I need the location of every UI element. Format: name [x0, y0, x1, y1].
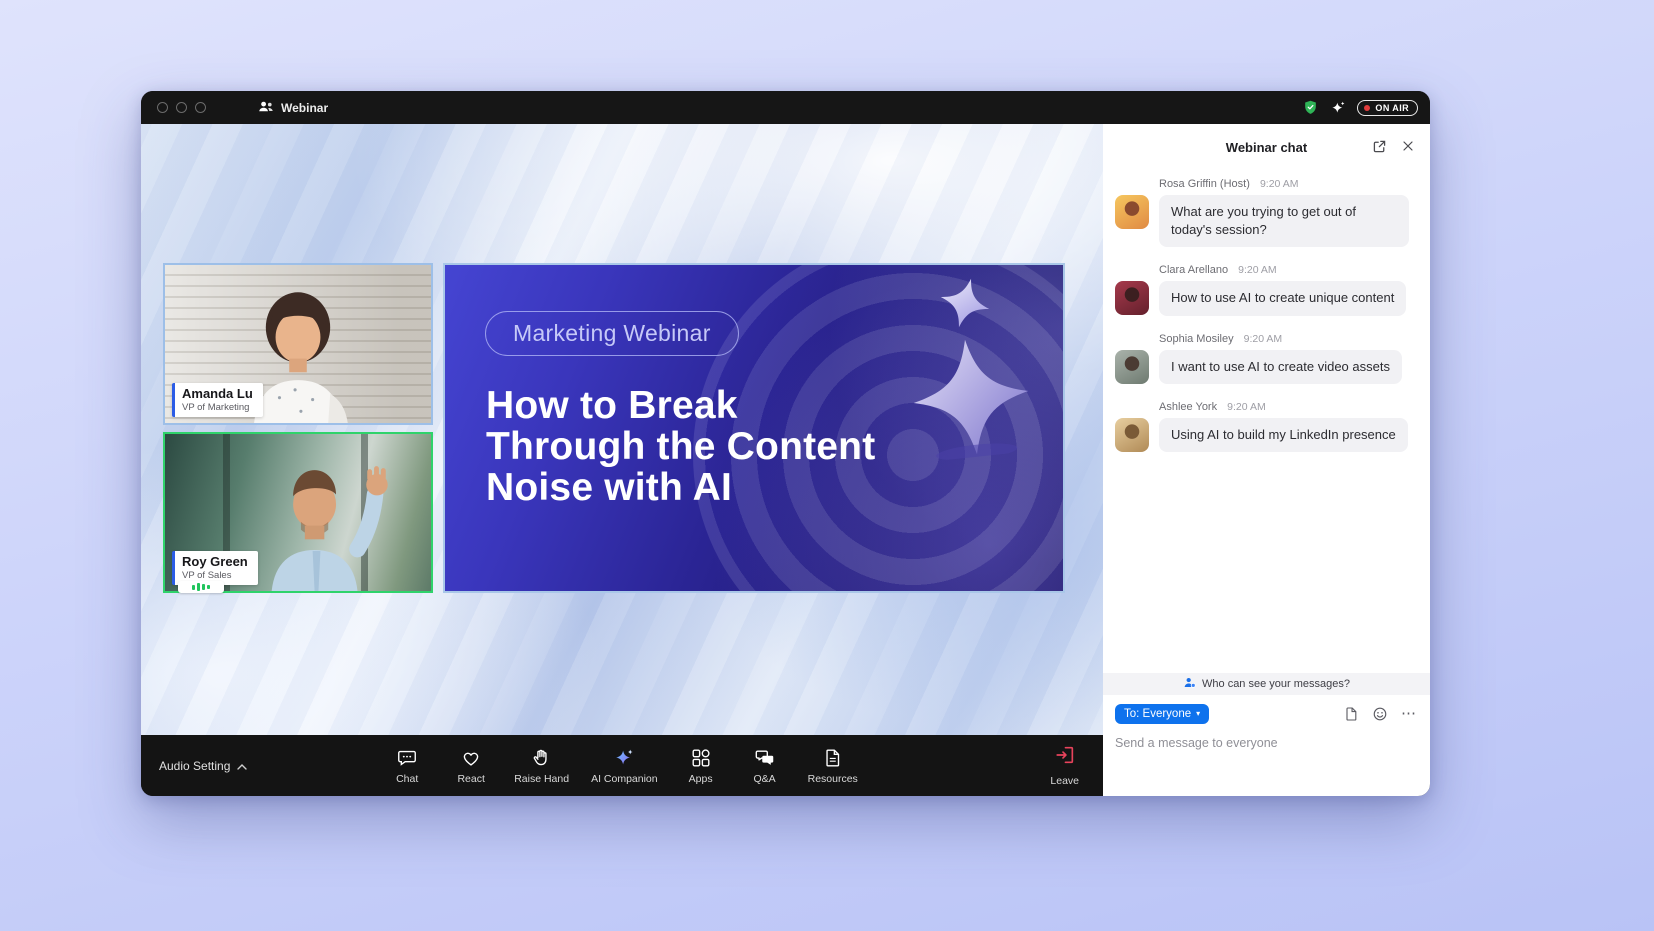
chevron-up-icon [237, 759, 247, 773]
message-author: Ashlee York [1159, 401, 1217, 413]
document-icon [822, 747, 844, 769]
chat-message: Clara Arellano 9:20 AM How to use AI to … [1115, 264, 1418, 315]
chat-message: Ashlee York 9:20 AM Using AI to build my… [1115, 401, 1418, 452]
heart-icon [460, 747, 482, 769]
raised-hand-icon [531, 747, 553, 769]
speaker-role: VP of Sales [182, 570, 248, 581]
recipient-selector[interactable]: To: Everyone ▾ [1115, 704, 1209, 724]
tool-label: Q&A [754, 773, 776, 785]
speaker-nametag: Roy Green VP of Sales [172, 551, 258, 585]
message-author: Sophia Mosiley [1159, 333, 1234, 345]
chat-message-list[interactable]: Rosa Griffin (Host) 9:20 AM What are you… [1103, 170, 1430, 673]
message-bubble: Using AI to build my LinkedIn presence [1159, 418, 1408, 452]
message-author: Clara Arellano [1159, 264, 1228, 276]
on-air-badge: ON AIR [1357, 100, 1418, 116]
avatar [1115, 418, 1149, 452]
slide-heading: How to Break Through the Content Noise w… [486, 385, 875, 508]
message-time: 9:20 AM [1238, 264, 1277, 276]
audio-setting-label: Audio Setting [159, 759, 230, 773]
privacy-note[interactable]: Who can see your messages? [1103, 673, 1430, 695]
message-bubble: How to use AI to create unique content [1159, 281, 1406, 315]
message-time: 9:20 AM [1260, 178, 1299, 190]
window-title: Webinar [281, 101, 328, 115]
message-time: 9:20 AM [1227, 401, 1266, 413]
chat-header: Webinar chat [1103, 124, 1430, 170]
window-zoom-button[interactable] [195, 102, 206, 113]
on-air-label: ON AIR [1375, 103, 1409, 113]
chat-panel: Webinar chat Rosa Griffin (Host) [1103, 124, 1430, 796]
tool-label: AI Companion [591, 773, 658, 785]
react-button[interactable]: React [441, 747, 501, 785]
apps-button[interactable]: Apps [671, 747, 731, 785]
composer-actions: ⋯ [1343, 706, 1416, 722]
message-author: Rosa Griffin (Host) [1159, 178, 1250, 190]
app-title-group: Webinar [258, 100, 328, 116]
speaker-nametag: Amanda Lu VP of Marketing [172, 383, 263, 417]
chat-button[interactable]: Chat [377, 747, 437, 785]
tool-label: Resources [808, 773, 858, 785]
chevron-down-icon: ▾ [1196, 710, 1200, 718]
more-options-icon[interactable]: ⋯ [1401, 709, 1416, 719]
file-icon[interactable] [1343, 706, 1359, 722]
slide-star-decoration [905, 331, 1037, 463]
privacy-note-label: Who can see your messages? [1202, 678, 1350, 690]
slide-heading-line: Through the Content [486, 426, 875, 467]
tool-label: Chat [396, 773, 418, 785]
leave-door-icon [1054, 744, 1076, 771]
message-input[interactable]: Send a message to everyone [1103, 724, 1430, 796]
chat-message: Rosa Griffin (Host) 9:20 AM What are you… [1115, 178, 1418, 247]
speaker-tile-amanda[interactable]: Amanda Lu VP of Marketing [163, 263, 433, 425]
chat-bubble-icon [396, 747, 418, 769]
audio-level-indicator [178, 581, 224, 593]
video-stage: Amanda Lu VP of Marketing [141, 124, 1103, 735]
meeting-toolbar: Audio Setting Chat [141, 735, 1103, 796]
window-close-button[interactable] [157, 102, 168, 113]
slide-heading-line: Noise with AI [486, 467, 875, 508]
shared-slide: Marketing Webinar How to Break Through t… [443, 263, 1065, 593]
people-icon [258, 100, 274, 116]
emoji-icon[interactable] [1372, 706, 1388, 722]
desktop-background: Webinar ON AIR [0, 0, 1654, 931]
window-minimize-button[interactable] [176, 102, 187, 113]
security-shield-icon[interactable] [1302, 99, 1319, 116]
leave-button[interactable]: Leave [1050, 744, 1079, 787]
qa-bubbles-icon [754, 747, 776, 769]
slide-heading-line: How to Break [486, 385, 875, 426]
chat-message: Sophia Mosiley 9:20 AM I want to use AI … [1115, 333, 1418, 384]
speaker-tile-roy[interactable]: Roy Green VP of Sales [163, 432, 433, 593]
window-titlebar: Webinar ON AIR [141, 91, 1430, 124]
close-icon[interactable] [1400, 138, 1416, 155]
recipient-label: To: Everyone [1124, 708, 1191, 720]
apps-grid-icon [690, 747, 712, 769]
speaker-name: Roy Green [182, 554, 248, 569]
speaker-name: Amanda Lu [182, 386, 253, 401]
tool-label: Leave [1050, 775, 1079, 787]
ai-sparkle-icon[interactable] [1330, 100, 1346, 116]
window-controls [157, 102, 206, 113]
ai-sparkle-icon [613, 747, 635, 769]
avatar [1115, 281, 1149, 315]
raise-hand-button[interactable]: Raise Hand [505, 747, 578, 785]
avatar [1115, 195, 1149, 229]
slide-tag-pill: Marketing Webinar [485, 311, 739, 356]
qa-button[interactable]: Q&A [735, 747, 795, 785]
titlebar-status-group: ON AIR [1302, 99, 1418, 116]
person-icon [1183, 676, 1196, 692]
avatar [1115, 350, 1149, 384]
toolbar-center-group: Chat React Raise Hand [377, 747, 867, 785]
message-bubble: What are you trying to get out of today'… [1159, 195, 1409, 247]
webinar-window: Webinar ON AIR [141, 91, 1430, 796]
tool-label: React [457, 773, 484, 785]
chat-footer: Who can see your messages? To: Everyone … [1103, 673, 1430, 796]
ai-companion-button[interactable]: AI Companion [582, 747, 667, 785]
pop-out-icon[interactable] [1371, 138, 1388, 155]
tool-label: Apps [689, 773, 713, 785]
resources-button[interactable]: Resources [799, 747, 867, 785]
speaker-role: VP of Marketing [182, 402, 253, 413]
message-bubble: I want to use AI to create video assets [1159, 350, 1402, 384]
message-time: 9:20 AM [1244, 333, 1283, 345]
on-air-dot [1364, 105, 1370, 111]
audio-setting-button[interactable]: Audio Setting [159, 759, 247, 773]
tool-label: Raise Hand [514, 773, 569, 785]
